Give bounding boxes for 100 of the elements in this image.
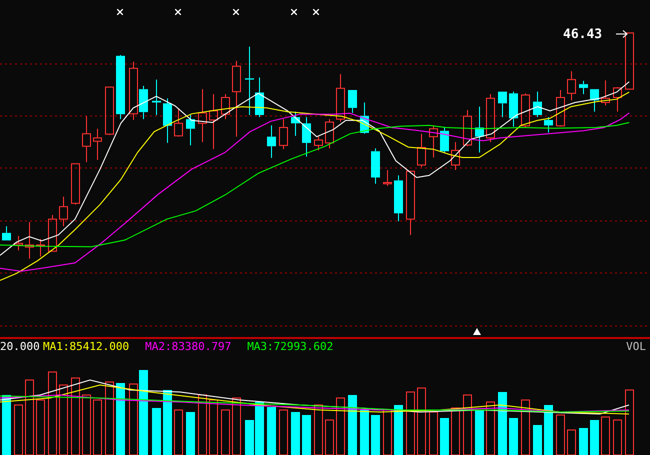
candlestick (93, 128, 102, 160)
volume-bar (152, 408, 161, 455)
candlestick (25, 222, 34, 260)
candlestick (544, 116, 553, 133)
candlestick (14, 235, 23, 251)
volume-bar (383, 410, 392, 455)
candlestick (579, 80, 588, 95)
volume-bar (267, 407, 276, 455)
cross-marker-icon (313, 9, 319, 15)
candlestick (82, 116, 91, 163)
candlestick (325, 118, 334, 149)
cross-marker-icon (175, 9, 181, 15)
volume-bar (279, 410, 288, 455)
candlestick (116, 54, 125, 120)
candlestick (291, 111, 300, 136)
volume-bar (129, 384, 138, 455)
candlestick (186, 114, 195, 146)
volume-reading: 20.000 (0, 339, 41, 355)
candlestick (498, 91, 507, 118)
volume-bar (475, 410, 484, 455)
candlestick (267, 124, 276, 158)
volume-bar (198, 394, 207, 455)
volume-bar (567, 430, 576, 455)
candlestick (163, 98, 172, 144)
volume-bar (440, 418, 449, 455)
volume-bar (291, 412, 300, 455)
candlestick (613, 86, 622, 112)
candlestick (71, 163, 80, 206)
candlestick (371, 148, 380, 184)
volume-bar (498, 392, 507, 455)
volume-bar (93, 400, 102, 455)
volume-bar (613, 420, 622, 455)
volume-bar (521, 400, 530, 455)
candlestick (601, 80, 610, 106)
moving-average-label: MA2:83380.797 (145, 339, 232, 355)
volume-bar (579, 428, 588, 455)
candlestick (279, 118, 288, 150)
volume-bar (209, 400, 218, 455)
candlestick (221, 94, 230, 120)
volume-bar (486, 402, 495, 455)
candlestick (198, 88, 207, 143)
candlestick (36, 238, 45, 258)
candlestick (209, 94, 218, 150)
volume-bar (302, 415, 311, 455)
volume-bar (163, 390, 172, 455)
volume-bar (544, 405, 553, 455)
volume-bar (232, 398, 241, 455)
candlestick (174, 108, 183, 138)
volume-bar (336, 398, 345, 455)
volume-bar (186, 412, 195, 455)
candlestick (509, 91, 518, 128)
candlestick (521, 92, 530, 128)
indicator-label: VOL (626, 339, 647, 355)
candlestick (336, 74, 345, 122)
volume-bar (116, 383, 125, 455)
candlestick (556, 90, 565, 128)
candlestick (429, 124, 438, 158)
volume-bar (417, 388, 426, 455)
volume-bar (360, 410, 369, 455)
candlestick (59, 196, 68, 227)
candlestick (2, 226, 11, 241)
candlestick (533, 91, 542, 118)
candlestick (567, 70, 576, 101)
candlestick (590, 88, 599, 112)
arrow-right-icon (616, 30, 628, 38)
candlestick (440, 127, 449, 153)
candlestick (451, 142, 460, 170)
candlestick (394, 174, 403, 222)
candlestick (486, 94, 495, 143)
moving-average-label: MA3:72993.602 (247, 339, 334, 355)
volume-bar (429, 412, 438, 455)
volume-bar (590, 420, 599, 455)
volume-bar (14, 404, 23, 455)
candlestick (105, 86, 114, 136)
volume-bar (174, 410, 183, 455)
volume-bar (314, 404, 323, 455)
volume-bar (82, 394, 91, 455)
candlestick (48, 214, 57, 252)
candlestick (302, 116, 311, 158)
cross-marker-icon (291, 9, 297, 15)
volume-bar (348, 395, 357, 455)
volume-bar (221, 410, 230, 455)
candlestick (463, 110, 472, 147)
triangle-marker-icon (473, 328, 481, 335)
cross-marker-icon (117, 9, 123, 15)
volume-bar (36, 400, 45, 455)
moving-average-label: MA1:85412.000 (43, 339, 130, 355)
volume-bar (325, 420, 334, 455)
candlestick (348, 90, 357, 114)
volume-bar (556, 414, 565, 455)
volume-bar (371, 415, 380, 455)
volume-bar (406, 392, 415, 455)
candlestick (314, 136, 323, 151)
volume-bar (463, 394, 472, 455)
volume-bar (625, 390, 634, 455)
volume-bar (394, 405, 403, 455)
volume-bar (509, 418, 518, 455)
volume-bar (2, 395, 11, 455)
candlestick (625, 32, 634, 90)
candlestick (406, 170, 415, 236)
